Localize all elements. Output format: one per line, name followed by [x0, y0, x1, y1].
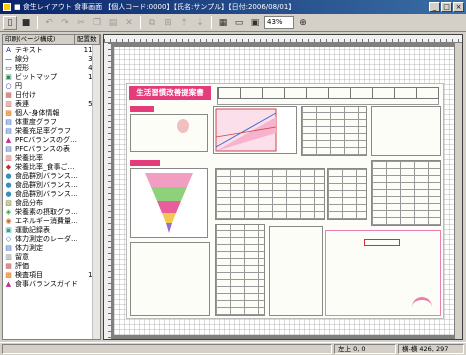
weight-chart-svg: [215, 108, 277, 152]
element-type-icon: ▤: [5, 126, 12, 135]
status-position: 左上 0, 0: [334, 344, 396, 354]
layout-canvas[interactable]: 生活習慣改善提案書: [103, 34, 463, 340]
undo-icon[interactable]: ↶: [42, 16, 56, 30]
food-group-table[interactable]: [215, 224, 265, 316]
meal-balance-table[interactable]: [215, 168, 325, 220]
element-type-icon: ●: [5, 180, 12, 189]
element-type-icon: ◉: [5, 216, 12, 225]
element-type-icon: ▲: [5, 279, 12, 288]
delete-icon[interactable]: ✕: [122, 16, 136, 30]
food-guide-block[interactable]: [130, 168, 208, 238]
element-type-icon: ▥: [5, 153, 12, 162]
window-controls: _ □ ×: [429, 2, 464, 12]
element-type-icon: ◈: [5, 207, 12, 216]
element-type-icon: ▦: [5, 90, 12, 99]
canvas-scrollbar[interactable]: [454, 43, 462, 339]
food-guide-pyramid: [145, 173, 193, 233]
element-type-icon: ▥: [5, 252, 12, 261]
element-type-icon: ▦: [5, 261, 12, 270]
page-area[interactable]: 生活習慣改善提案書: [114, 47, 454, 335]
ungroup-icon[interactable]: ⊞: [161, 16, 175, 30]
element-type-icon: ▤: [5, 243, 12, 252]
score-table[interactable]: [327, 168, 367, 220]
status-bar: 左上 0, 0 横-横 426, 297: [0, 342, 466, 355]
nutrient-table[interactable]: [301, 106, 367, 156]
fit-page-icon[interactable]: ▣: [248, 16, 262, 30]
element-type-icon: ▤: [5, 144, 12, 153]
element-type-icon: ▩: [5, 270, 12, 279]
body-info-block[interactable]: [130, 114, 208, 152]
patient-info-table[interactable]: [217, 87, 439, 99]
grid-icon[interactable]: ▦: [216, 16, 230, 30]
new-file-icon[interactable]: ▯: [3, 15, 17, 30]
minimize-button[interactable]: _: [429, 2, 440, 12]
status-size: 横-横 426, 297: [398, 344, 464, 354]
panel-scrollbar[interactable]: [92, 45, 100, 339]
element-type-icon: ▥: [5, 99, 12, 108]
guidance-field[interactable]: [364, 239, 400, 246]
element-type-icon: —: [5, 54, 12, 63]
toolbar-separator: [211, 16, 212, 29]
weight-chart[interactable]: [213, 106, 297, 154]
toolbar: ▯ ■ ↶ ↷ ✂ ❐ ▤ ✕ ⧉ ⊞ ⇡ ⇣ ▦ ▭ ▣ 43% ⊕: [0, 14, 466, 32]
toolbar-separator: [37, 16, 38, 29]
page-icon[interactable]: ▭: [232, 16, 246, 30]
element-type-icon: ▩: [5, 108, 12, 117]
send-back-icon[interactable]: ⇣: [193, 16, 207, 30]
element-type-icon: ●: [5, 189, 12, 198]
element-type-icon: ▧: [5, 198, 12, 207]
exam-items-table[interactable]: [371, 160, 441, 226]
zoom-in-icon[interactable]: ⊕: [296, 16, 310, 30]
element-type-icon: ◆: [5, 162, 12, 171]
paste-icon[interactable]: ▤: [106, 16, 120, 30]
element-list-item[interactable]: ▲食事バランスガイド1: [3, 279, 100, 288]
section-tag: [130, 106, 154, 112]
guidance-block[interactable]: [325, 230, 441, 316]
element-type-icon: ○: [5, 81, 12, 90]
rainbow-illustration: [412, 297, 432, 307]
section-tag: [130, 160, 160, 166]
group-icon[interactable]: ⧉: [145, 16, 159, 30]
element-type-icon: A: [6, 45, 11, 54]
eval-panel[interactable]: [371, 106, 441, 156]
patient-info-subrow[interactable]: [217, 99, 439, 105]
save-icon[interactable]: ■: [19, 16, 33, 30]
close-button[interactable]: ×: [453, 2, 464, 12]
element-type-icon: ▲: [5, 135, 12, 144]
element-list: Aテキスト116—線分35▭短形40▣ビットマップ11○円0▦日付け2▥表連51…: [3, 45, 100, 288]
cut-icon[interactable]: ✂: [74, 16, 88, 30]
column-header-name[interactable]: 印刷(ページ構成): [3, 35, 75, 44]
horizontal-ruler: [104, 35, 462, 43]
status-pane-empty: [2, 344, 332, 354]
element-type-icon: ▣: [5, 225, 12, 234]
vertical-ruler: [104, 43, 112, 339]
copy-icon[interactable]: ❐: [90, 16, 104, 30]
element-type-icon: ●: [5, 171, 12, 180]
element-type-icon: ◇: [5, 234, 12, 243]
window-title: ■ 食生レイアウト 食事画面 【個人コード:0000】【氏名:サンプル】【日付:…: [14, 3, 296, 11]
zoom-select[interactable]: 43%: [264, 16, 294, 29]
window-titlebar: ■ 食生レイアウト 食事画面 【個人コード:0000】【氏名:サンプル】【日付:…: [0, 0, 466, 14]
report-banner-title[interactable]: 生活習慣改善提案書: [129, 86, 211, 100]
column-header-count[interactable]: 配置数: [75, 35, 100, 44]
element-list-label: 食事バランスガイド: [15, 279, 77, 288]
maximize-button[interactable]: □: [441, 2, 452, 12]
report-sheet[interactable]: 生活習慣改善提案書: [126, 83, 444, 319]
redo-icon[interactable]: ↷: [58, 16, 72, 30]
element-list-panel: 印刷(ページ構成) 配置数 Aテキスト116—線分35▭短形40▣ビットマップ1…: [2, 34, 101, 340]
person-illustration: [177, 119, 189, 133]
app-icon: [3, 3, 11, 11]
advice-block[interactable]: [130, 242, 210, 316]
element-list-header: 印刷(ページ構成) 配置数: [3, 35, 100, 45]
element-type-icon: ▤: [5, 117, 12, 126]
element-type-icon: ▭: [5, 63, 12, 72]
bring-front-icon[interactable]: ⇡: [177, 16, 191, 30]
element-type-icon: ▣: [5, 72, 12, 81]
comment-block[interactable]: [269, 226, 323, 316]
toolbar-separator: [140, 16, 141, 29]
